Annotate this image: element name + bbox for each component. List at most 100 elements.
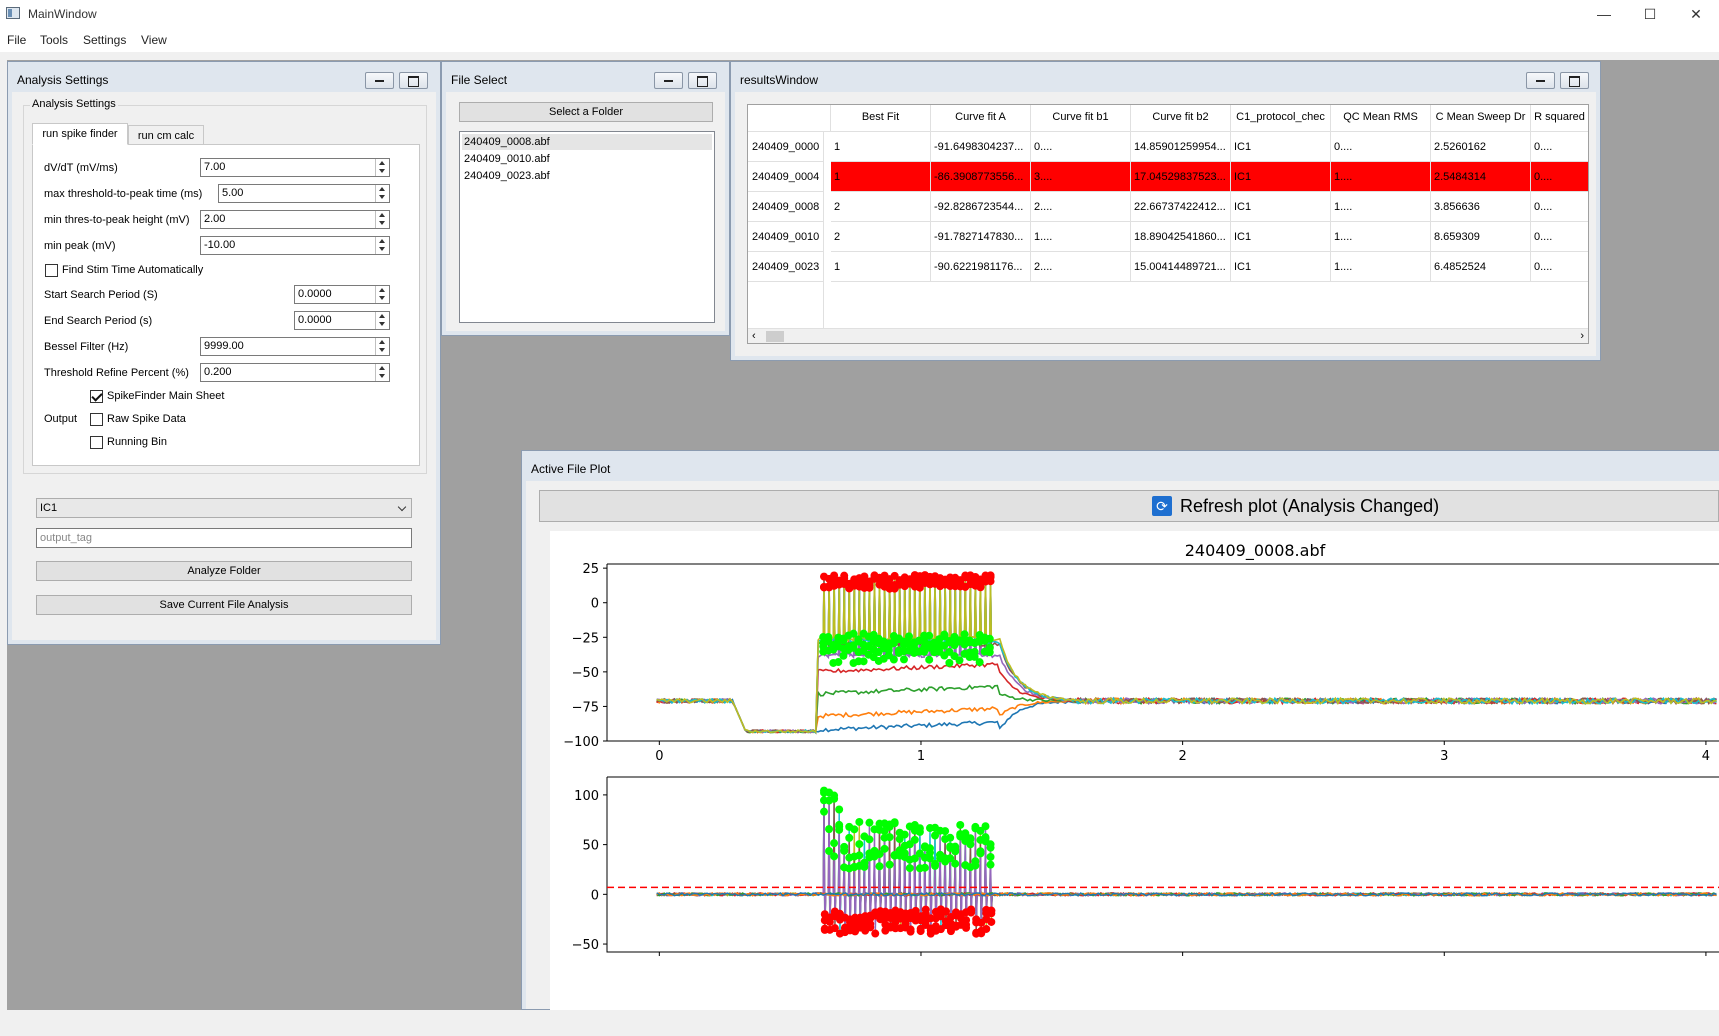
column-header[interactable]: QC Mean RMS [1331, 105, 1431, 132]
table-cell[interactable]: 1.... [1331, 252, 1431, 282]
column-header[interactable]: Curve fit b2 [1131, 105, 1231, 132]
find-stim-checkbox[interactable] [45, 264, 58, 277]
table-cell[interactable]: 0.... [1531, 162, 1588, 192]
table-cell[interactable]: 15.00414489721... [1131, 252, 1231, 282]
table-cell[interactable]: 0.... [1531, 222, 1588, 252]
table-cell[interactable]: 1 [831, 162, 931, 192]
table-cell[interactable]: 17.04529837523... [1131, 162, 1231, 192]
table-cell[interactable]: 2 [831, 192, 931, 222]
table-cell[interactable]: 3.... [1031, 162, 1131, 192]
raw-spike-data-checkbox[interactable] [90, 413, 103, 426]
table-cell[interactable]: -92.8286723544... [931, 192, 1031, 222]
menu-view[interactable]: View [141, 33, 167, 47]
spin-arrows-icon[interactable] [375, 364, 389, 381]
table-cell[interactable]: 0.... [1531, 192, 1588, 222]
end-search-input[interactable]: 0.0000 [294, 311, 390, 330]
spin-arrows-icon[interactable] [375, 237, 389, 254]
spin-arrows-icon[interactable] [375, 159, 389, 176]
analysis-settings-maximize-button[interactable] [399, 72, 428, 89]
analysis-settings-titlebar[interactable]: Analysis Settings [8, 62, 440, 92]
plot-canvas[interactable]: 240409_0008.abf 25 0 −25 −50 −75 −100 0 1 2 3 4 100 5… [550, 531, 1719, 1011]
menu-file[interactable]: File [7, 33, 26, 47]
start-search-input[interactable]: 0.0000 [294, 285, 390, 304]
protocol-select[interactable]: IC1 [36, 498, 412, 518]
running-bin-checkbox[interactable] [90, 436, 103, 449]
table-cell[interactable]: IC1 [1231, 162, 1331, 192]
table-cell[interactable]: 1.... [1331, 192, 1431, 222]
row-header[interactable]: 240409_0008 [748, 192, 824, 222]
refresh-plot-button[interactable]: ⟳ Refresh plot (Analysis Changed) [539, 490, 1719, 522]
spin-arrows-icon[interactable] [375, 185, 389, 202]
file-list-item[interactable]: 240409_0023.abf [462, 168, 712, 184]
spin-arrows-icon[interactable] [375, 338, 389, 355]
table-cell[interactable]: 0.... [1331, 132, 1431, 162]
table-cell[interactable]: 2.... [1031, 192, 1131, 222]
table-cell[interactable]: 8.659309 [1431, 222, 1531, 252]
row-header[interactable]: 240409_0000 [748, 132, 824, 162]
table-cell[interactable]: 6.4852524 [1431, 252, 1531, 282]
close-button[interactable]: ✕ [1673, 0, 1719, 28]
table-cell[interactable]: 1.... [1331, 222, 1431, 252]
select-folder-button[interactable]: Select a Folder [459, 102, 713, 122]
table-cell[interactable]: 2.5260162 [1431, 132, 1531, 162]
table-cell[interactable]: IC1 [1231, 132, 1331, 162]
spin-arrows-icon[interactable] [375, 211, 389, 228]
file-list-item[interactable]: 240409_0008.abf [462, 134, 712, 150]
tab-run-spike-finder[interactable]: run spike finder [32, 123, 128, 145]
maximize-button[interactable]: ☐ [1627, 0, 1673, 28]
table-cell[interactable]: 1 [831, 252, 931, 282]
threshold-refine-input[interactable]: 0.200 [200, 363, 390, 382]
table-cell[interactable]: IC1 [1231, 222, 1331, 252]
table-cell[interactable]: 1.... [1031, 222, 1131, 252]
tab-run-cm-calc[interactable]: run cm calc [128, 125, 204, 145]
table-cell[interactable]: 2.5484314 [1431, 162, 1531, 192]
column-header[interactable]: Curve fit b1 [1031, 105, 1131, 132]
row-header[interactable]: 240409_0004 [748, 162, 824, 192]
table-cell[interactable]: 0.... [1531, 252, 1588, 282]
max-threshold-to-peak-input[interactable]: 5.00 [218, 184, 390, 203]
file-select-minimize-button[interactable] [654, 72, 683, 89]
row-header[interactable]: 240409_0023 [748, 252, 824, 282]
horizontal-scrollbar[interactable]: ‹ › [748, 328, 1588, 343]
results-table[interactable]: Best Fit Curve fit A Curve fit b1 Curve … [747, 104, 1589, 344]
minimize-button[interactable]: — [1581, 0, 1627, 28]
row-header[interactable]: 240409_0010 [748, 222, 824, 252]
table-cell[interactable]: -91.7827147830... [931, 222, 1031, 252]
table-cell[interactable]: -91.6498304237... [931, 132, 1031, 162]
table-cell[interactable]: 22.66737422412... [1131, 192, 1231, 222]
results-minimize-button[interactable] [1526, 72, 1555, 89]
dvdt-input[interactable]: 7.00 [200, 158, 390, 177]
table-cell[interactable]: 0.... [1031, 132, 1131, 162]
spikefinder-main-sheet-checkbox[interactable] [90, 390, 103, 403]
scroll-right-icon[interactable]: › [1580, 330, 1584, 342]
file-list[interactable]: 240409_0008.abf 240409_0010.abf 240409_0… [459, 131, 715, 323]
column-header[interactable]: Best Fit [831, 105, 931, 132]
spin-arrows-icon[interactable] [375, 286, 389, 303]
results-titlebar[interactable]: resultsWindow [731, 62, 1600, 92]
table-cell[interactable]: 1.... [1331, 162, 1431, 192]
scroll-left-icon[interactable]: ‹ [752, 330, 756, 342]
column-header[interactable]: R squared [1531, 105, 1588, 132]
file-list-item[interactable]: 240409_0010.abf [462, 151, 712, 167]
scroll-thumb[interactable] [766, 331, 784, 342]
table-cell[interactable]: 2.... [1031, 252, 1131, 282]
menu-tools[interactable]: Tools [40, 33, 68, 47]
bessel-filter-input[interactable]: 9999.00 [200, 337, 390, 356]
column-header[interactable]: C1_protocol_chec [1231, 105, 1331, 132]
table-cell[interactable]: IC1 [1231, 192, 1331, 222]
table-cell[interactable]: 14.85901259954... [1131, 132, 1231, 162]
save-current-file-analysis-button[interactable]: Save Current File Analysis [36, 595, 412, 615]
table-cell[interactable]: 1 [831, 132, 931, 162]
table-cell[interactable]: IC1 [1231, 252, 1331, 282]
spin-arrows-icon[interactable] [375, 312, 389, 329]
file-select-titlebar[interactable]: File Select [442, 62, 729, 92]
table-cell[interactable]: -86.3908773556... [931, 162, 1031, 192]
table-cell[interactable]: -90.6221981176... [931, 252, 1031, 282]
min-thres-to-peak-input[interactable]: 2.00 [200, 210, 390, 229]
table-cell[interactable]: 18.89042541860... [1131, 222, 1231, 252]
results-maximize-button[interactable] [1560, 72, 1589, 89]
output-tag-input[interactable]: output_tag [36, 528, 412, 548]
min-peak-input[interactable]: -10.00 [200, 236, 390, 255]
analysis-settings-minimize-button[interactable] [365, 72, 394, 89]
table-cell[interactable]: 3.856636 [1431, 192, 1531, 222]
